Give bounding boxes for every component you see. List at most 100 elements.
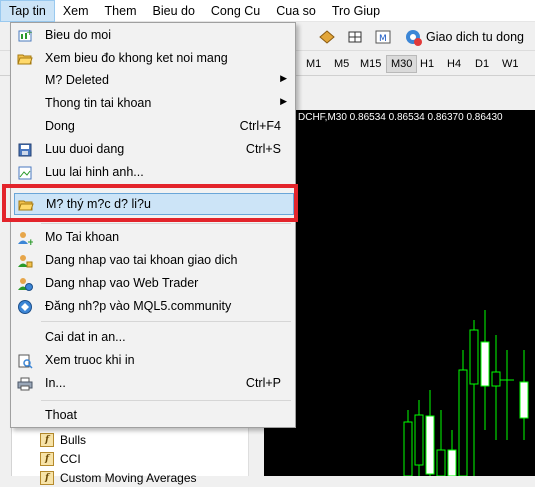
crosshair-button[interactable]	[346, 26, 364, 48]
save-icon	[18, 143, 32, 157]
new-chart-icon: +	[18, 28, 33, 42]
menu-item-print[interactable]: In... Ctrl+P	[11, 373, 295, 395]
auto-trading-icon	[406, 30, 422, 46]
highlight-annotation-box	[2, 184, 298, 222]
timeframe-w1[interactable]: W1	[498, 55, 523, 73]
nav-item-label: Custom Moving Averages	[60, 471, 197, 485]
candle-body	[491, 371, 501, 387]
menu-file[interactable]: Tap tin	[0, 0, 55, 22]
menu-separator	[41, 321, 291, 322]
timeframe-m1[interactable]: M1	[302, 55, 325, 73]
add-account-icon: +	[18, 232, 33, 246]
svg-text:+: +	[27, 238, 33, 246]
menu-item-account-info[interactable]: Thong tin tai khoan ▶	[11, 93, 295, 115]
metaeditor-button[interactable]: M	[374, 26, 392, 48]
nav-item-label: Bulls	[60, 433, 87, 447]
svg-text:M: M	[379, 34, 387, 44]
menu-charts[interactable]: Bieu do	[145, 0, 203, 22]
menu-item-open-account[interactable]: + Mo Tai khoan	[11, 227, 295, 249]
menu-item-label: Cai dat in an...	[45, 330, 126, 344]
nav-item-label: CCI	[60, 452, 81, 466]
submenu-arrow-icon: ▶	[280, 73, 287, 83]
candle-body	[469, 329, 479, 385]
print-icon	[17, 377, 33, 391]
candlestick-plot	[403, 310, 529, 476]
menu-item-label: Dong	[45, 119, 75, 133]
menu-item-label: Bieu do moi	[45, 28, 112, 42]
indicator-icon: f	[40, 433, 54, 447]
menu-item-print-preview[interactable]: Xem truoc khi in	[11, 350, 295, 372]
auto-trading-label: Giao dich tu dong	[426, 30, 524, 44]
menu-insert[interactable]: Them	[97, 0, 145, 22]
indicator-icon: f	[40, 471, 54, 485]
menu-item-exit[interactable]: Thoat	[11, 405, 295, 427]
menu-item-label: Dang nhap vao tai khoan giao dich	[45, 253, 238, 267]
candle-body	[436, 449, 446, 476]
crosshair-icon	[348, 31, 362, 43]
metaeditor-icon: M	[375, 30, 391, 44]
menu-separator	[41, 400, 291, 401]
menu-item-label: Dang nhap vao Web Trader	[45, 276, 199, 290]
timeframe-m5[interactable]: M5	[330, 55, 353, 73]
menu-item-label: M? Deleted	[45, 73, 109, 87]
candle-body	[458, 369, 468, 476]
submenu-arrow-icon: ▶	[280, 96, 287, 106]
candle-body	[480, 341, 490, 387]
menu-item-save-picture[interactable]: Luu lai hinh anh...	[11, 162, 295, 184]
file-menu-dropdown: + Bieu do moi Xem bieu đo khong ket noi …	[10, 22, 296, 428]
auto-trading-button[interactable]: Giao dich tu dong	[404, 26, 524, 48]
candle-body	[414, 414, 424, 466]
menu-item-login-mql5[interactable]: Đăng nh?p vào MQL5.community	[11, 296, 295, 318]
menu-item-label: Thong tin tai khoan	[45, 96, 152, 110]
menu-item-label: In...	[45, 376, 66, 390]
template-button[interactable]	[318, 26, 336, 48]
menu-item-label: Xem truoc khi in	[45, 353, 135, 367]
timeframe-m15[interactable]: M15	[356, 55, 385, 73]
menu-item-login-web-trader[interactable]: Dang nhap vao Web Trader	[11, 273, 295, 295]
open-folder-icon	[17, 54, 33, 65]
svg-text:+: +	[26, 28, 33, 37]
menu-item-label: Luu lai hinh anh...	[45, 165, 144, 179]
save-image-icon	[18, 166, 32, 180]
menu-item-save-as[interactable]: Luu duoi dang Ctrl+S	[11, 139, 295, 161]
timeframe-d1[interactable]: D1	[471, 55, 493, 73]
candle-body	[519, 381, 529, 419]
menu-view[interactable]: Xem	[55, 0, 97, 22]
menu-item-label: Mo Tai khoan	[45, 230, 120, 244]
menu-item-login-trade[interactable]: Dang nhap vao tai khoan giao dich	[11, 250, 295, 272]
indicator-icon: f	[40, 452, 54, 466]
menu-separator	[41, 223, 291, 224]
candle-body	[425, 415, 435, 475]
login-icon	[18, 255, 33, 268]
menu-item-print-setup[interactable]: Cai dat in an...	[11, 327, 295, 349]
menu-item-label: Đăng nh?p vào MQL5.community	[45, 299, 232, 313]
print-preview-icon	[18, 354, 33, 369]
menu-tools[interactable]: Cong Cu	[203, 0, 268, 22]
candle-body	[403, 421, 413, 476]
menu-item-label: Thoat	[45, 408, 77, 422]
web-login-icon	[18, 278, 33, 291]
menu-item-label: Xem bieu đo khong ket noi mang	[45, 51, 228, 65]
timeframe-m30[interactable]: M30	[386, 55, 418, 73]
menu-bar: Tap tin Xem Them Bieu do Cong Cu Cua so …	[0, 0, 535, 22]
timeframe-h4[interactable]: H4	[443, 55, 465, 73]
menu-item-open-offline[interactable]: Xem bieu đo khong ket noi mang	[11, 48, 295, 70]
menu-item-new-chart[interactable]: + Bieu do moi	[11, 25, 295, 47]
candle-body	[447, 449, 457, 476]
timeframe-h1[interactable]: H1	[416, 55, 438, 73]
template-icon	[319, 30, 335, 44]
mql5-icon	[18, 300, 32, 314]
menu-window[interactable]: Cua so	[268, 0, 324, 22]
nav-item-custom-moving-averages[interactable]: f Custom Moving Averages	[40, 469, 197, 487]
menu-item-shortcut: Ctrl+S	[245, 142, 281, 156]
menu-help[interactable]: Tro Giup	[324, 0, 388, 22]
menu-item-open-deleted[interactable]: M? Deleted ▶	[11, 70, 295, 92]
menu-item-label: Luu duoi dang	[45, 142, 125, 156]
nav-item-cci[interactable]: f CCI	[40, 450, 81, 468]
price-chart[interactable]	[296, 110, 535, 476]
chart-header: DCHF,M30 0.86534 0.86534 0.86370 0.86430	[298, 112, 503, 123]
menu-item-shortcut: Ctrl+F4	[239, 119, 281, 133]
nav-item-bulls[interactable]: f Bulls	[40, 431, 86, 449]
menu-item-close[interactable]: Dong Ctrl+F4	[11, 116, 295, 138]
menu-item-shortcut: Ctrl+P	[245, 376, 281, 390]
